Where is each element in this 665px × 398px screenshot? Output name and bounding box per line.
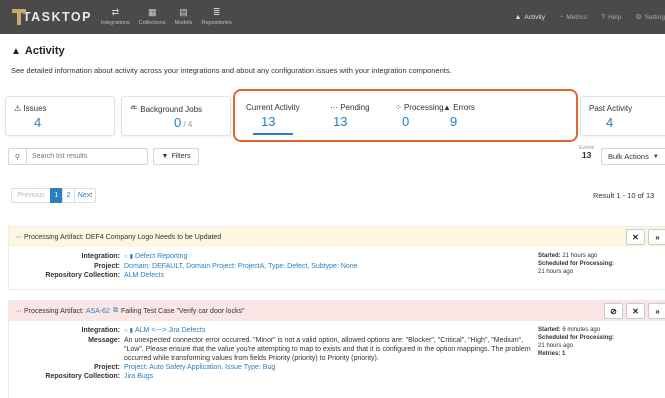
current-activity-underline (253, 133, 293, 135)
background-jobs-card[interactable]: ⺧ Background Jobs 0 / 4 (121, 96, 231, 136)
past-activity-count: 4 (606, 115, 614, 130)
events-counter: Events 13 (579, 145, 595, 160)
background-jobs-count: 0 / 4 (174, 115, 193, 130)
cancel-button[interactable]: ✕ (626, 303, 645, 319)
issues-count: 4 (34, 115, 42, 130)
question-icon: ? (601, 13, 606, 21)
filters-button[interactable]: ▼ Filters (153, 148, 199, 165)
tasktop-logo[interactable]: TASKTOP (12, 9, 92, 25)
nav-settings[interactable]: ⚙ Setting (635, 13, 665, 22)
integration-link[interactable]: Defect Reporting (135, 253, 188, 260)
ban-icon: ⊘ (610, 306, 617, 316)
nav-activity[interactable]: ▲ Activity (514, 14, 545, 21)
expand-button[interactable]: » (648, 229, 665, 245)
brand-name: TASKTOP (22, 10, 92, 24)
previous-page-button[interactable]: Previous (11, 188, 51, 203)
close-icon: ✕ (632, 306, 639, 316)
double-chevron-right-icon: » (655, 232, 660, 242)
result-count: Result 1 - 10 of 13 (593, 191, 655, 200)
nav-collections[interactable]: ▦ Collections (139, 0, 166, 34)
box-icon: ▦ (147, 7, 157, 17)
warning-icon: ⚠ (14, 104, 24, 113)
search-input[interactable] (32, 153, 142, 160)
close-icon: ✕ (632, 232, 639, 242)
top-navbar: TASKTOP ⇄ Integrations ▦ Collections ▤ M… (0, 0, 665, 34)
error-message: An unexpected connector error occurred. … (124, 337, 531, 362)
integration-icon: ▮ (129, 254, 133, 260)
expand-button[interactable]: » (648, 303, 665, 319)
pagination: Previous 1 2 Next (11, 188, 96, 203)
activity-card: ··· Processing Artifact: ASA-62 ⧉ Failing … (8, 300, 665, 398)
past-activity-card[interactable]: Past Activity 4 (580, 96, 665, 136)
project-link[interactable]: Domain: DEFAULT, Domain Project: Project… (124, 262, 534, 271)
project-link[interactable]: Project: Auto Safety Application, Issue … (124, 363, 534, 372)
past-activity-label: Past Activity (589, 104, 633, 113)
search-box: ⚲ (8, 148, 148, 165)
database-icon: ≣ (212, 7, 221, 17)
arrows-icon: ⇄ (111, 7, 120, 17)
circle-icon: ○ (124, 254, 128, 260)
issues-label: Issues (23, 104, 47, 113)
external-link-icon[interactable]: ⧉ (113, 307, 118, 315)
nav-metrics[interactable]: ◔ Metrics (559, 14, 587, 21)
integration-link[interactable]: ALM <---> Jira Defects (135, 327, 205, 334)
page-subtitle: See detailed information about activity … (11, 66, 452, 75)
chevron-down-icon: ▼ (652, 153, 659, 160)
summary-row: ⚠ Issues 4 ⺧ Background Jobs 0 / 4 Curre… (5, 89, 665, 142)
repository-collection-link[interactable]: Jira Bugs (124, 372, 534, 381)
page-title: ▲ Activity (11, 45, 65, 57)
activity-card-header: ··· Processing Artifact: DEF4 Company Lo… (9, 227, 665, 247)
integration-icon: ▮ (129, 328, 133, 334)
bell-icon: ▲ (514, 13, 522, 21)
nav-right: ▲ Activity ◔ Metrics ? Help ⚙ Setting (500, 0, 665, 34)
pulse-icon: ⺧ (130, 105, 141, 114)
search-icon: ⚲ (9, 149, 27, 164)
issues-card[interactable]: ⚠ Issues 4 (5, 96, 115, 136)
nav-models[interactable]: ▤ Models (175, 0, 193, 34)
nav-repositories[interactable]: ≣ Repositories (201, 0, 232, 34)
gear-icon: ⚙ (635, 14, 642, 21)
next-page-button[interactable]: Next (74, 188, 96, 203)
logo-mark-icon (12, 9, 26, 25)
document-icon: ▤ (179, 7, 188, 17)
filter-icon: ▼ (161, 153, 169, 160)
double-chevron-right-icon: » (655, 306, 660, 316)
circle-icon: ○ (124, 328, 128, 334)
nav-integrations[interactable]: ⇄ Integrations (101, 0, 130, 34)
bell-icon: ▲ (11, 45, 21, 57)
nav-help[interactable]: ? Help (601, 14, 621, 21)
gauge-icon: ◔ (559, 13, 564, 21)
activity-card-header: ··· Processing Artifact: ASA-62 ⧉ Failing … (9, 301, 665, 321)
cancel-button[interactable]: ✕ (626, 229, 645, 245)
activity-timing: Started: 6 minutes ago Scheduled for Pro… (538, 327, 615, 357)
activity-timing: Started: 21 hours ago Scheduled for Proc… (538, 253, 615, 275)
artifact-link[interactable]: ASA-62 (86, 308, 110, 315)
activity-card: ··· Processing Artifact: DEF4 Company Lo… (8, 226, 665, 290)
bulk-actions-dropdown[interactable]: Bulk Actions ▼ (601, 148, 665, 165)
background-jobs-label: Background Jobs (140, 105, 203, 114)
ignore-button[interactable]: ⊘ (604, 303, 623, 319)
repository-collection-link[interactable]: ALM Defects (124, 271, 534, 280)
